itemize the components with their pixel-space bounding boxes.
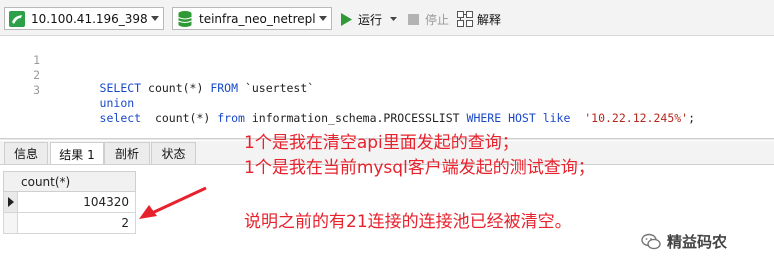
wechat-icon [641, 233, 661, 249]
annotation-arrow [139, 186, 207, 219]
tab-profile[interactable]: 剖析 [104, 142, 150, 164]
sql-keyword: like [542, 111, 585, 125]
table-cell[interactable]: 104320 [83, 195, 129, 209]
sql-keyword: WHERE [466, 111, 509, 125]
connection-label: 10.100.41.196_3980 [31, 11, 147, 26]
chevron-down-icon [147, 8, 163, 29]
database-icon [178, 10, 192, 27]
tab-status[interactable]: 状态 [151, 142, 196, 164]
chevron-down-icon [315, 8, 331, 29]
sql-identifier: information_schema.PROCESSLIST [251, 111, 467, 125]
sql-text: ; [688, 111, 696, 125]
sql-keyword: select [99, 111, 155, 125]
explain-button[interactable]: 解释 [457, 9, 501, 29]
line-number: 3 [33, 83, 40, 97]
connection-select[interactable]: 10.100.41.196_3980 [4, 7, 164, 30]
tab-info[interactable]: 信息 [4, 142, 48, 164]
annotation-line: 1个是我在当前mysql客户端发起的测试查询； [244, 158, 595, 178]
tab-result-1[interactable]: 结果 1 [50, 142, 104, 165]
run-button[interactable]: 运行 [340, 9, 398, 29]
table-cell[interactable]: 2 [121, 216, 129, 230]
watermark-text: 精益码农 [667, 233, 728, 251]
sql-keyword: from [217, 111, 252, 125]
table-row[interactable]: 104320 [3, 192, 136, 213]
column-header-label: count(*) [21, 175, 71, 189]
current-row-icon [8, 197, 14, 207]
code-line: 3 select count(*) from information_schem… [0, 69, 774, 125]
run-dropdown-icon[interactable] [390, 17, 398, 21]
stop-icon [408, 13, 419, 25]
mysql-connection-icon [9, 10, 25, 27]
sql-string: '10.22.12.245%' [584, 111, 689, 125]
row-indicator[interactable] [4, 213, 18, 233]
sql-keyword: HOST [508, 111, 543, 125]
annotation-line: 说明之前的有21连接的连接池已经被清空。 [244, 212, 572, 232]
annotation-line: 1个是我在清空api里面发起的查询； [244, 133, 519, 153]
code-line: 1 SELECT count(*) FROM `usertest` [0, 39, 774, 95]
sql-text: count(*) [154, 111, 218, 125]
explain-label: 解释 [477, 12, 502, 27]
stop-label: 停止 [425, 12, 450, 27]
watermark: 精益码农 [641, 231, 727, 252]
play-icon [341, 12, 352, 26]
database-select[interactable]: teinfra_neo_netreplay [172, 7, 332, 30]
row-indicator[interactable] [4, 192, 18, 212]
table-row[interactable]: 2 [3, 213, 136, 234]
run-label: 运行 [358, 12, 383, 27]
sql-editor[interactable]: 1 SELECT count(*) FROM `usertest` 2 unio… [0, 37, 774, 138]
column-header[interactable]: count(*) [3, 171, 136, 192]
database-label: teinfra_neo_netreplay [199, 11, 315, 26]
stop-button[interactable]: 停止 [408, 9, 449, 29]
explain-icon [457, 11, 473, 27]
code-line: 2 union [0, 54, 774, 110]
toolbar: 10.100.41.196_3980 teinfra_neo_netreplay… [0, 0, 774, 36]
